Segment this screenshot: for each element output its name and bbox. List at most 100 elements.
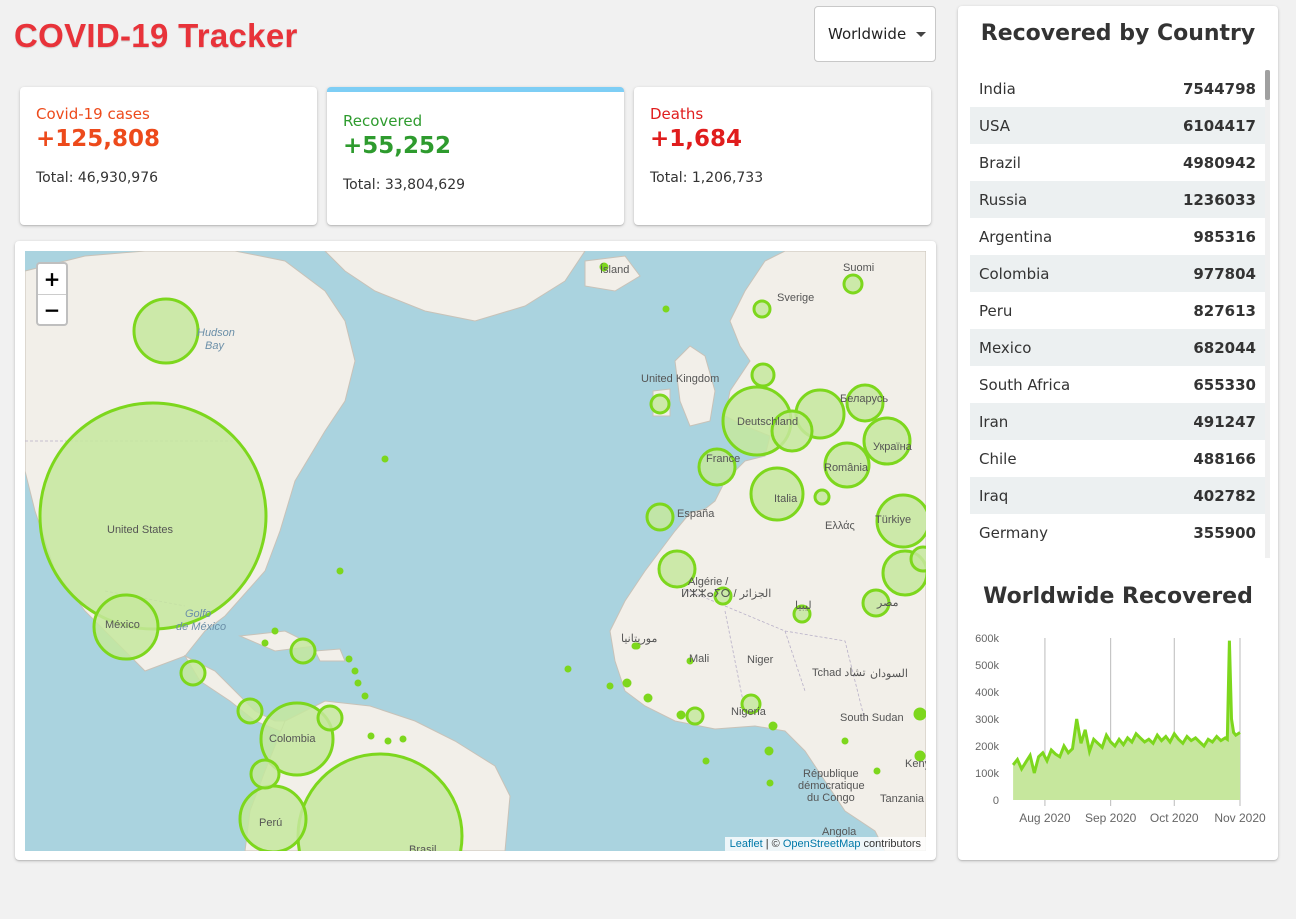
map-label: United Kingdom: [641, 373, 719, 385]
map-dot: [766, 779, 774, 787]
map-dot: [662, 305, 670, 313]
y-tick-label: 500k: [975, 660, 999, 672]
country-row: Russia 1236033: [970, 181, 1265, 218]
map-label: South Sudan: [840, 712, 904, 724]
map-label: Golfo: [185, 608, 211, 620]
osm-link[interactable]: OpenStreetMap: [783, 838, 861, 850]
info-box-total: Total: 33,804,629: [343, 177, 466, 193]
y-tick-label: 0: [993, 795, 999, 807]
country-name: India: [979, 79, 1016, 98]
info-box-title: Recovered: [343, 112, 423, 130]
country-value: 985316: [1193, 227, 1256, 246]
map-label: Suomi: [843, 262, 874, 274]
map-label: România: [824, 462, 869, 474]
map-dot: [676, 710, 686, 720]
country-value: 491247: [1193, 412, 1256, 431]
map-label: Tanzania: [880, 793, 925, 805]
map-label: Ελλάς: [825, 520, 855, 532]
info-box-cases[interactable]: Covid-19 cases +125,808 Total: 46,930,97…: [20, 87, 317, 225]
country-name: Mexico: [979, 338, 1032, 357]
map-circle-usa: [38, 401, 268, 631]
map-dot: [841, 737, 849, 745]
country-name: USA: [979, 116, 1011, 135]
map-circle-sweden: [752, 299, 772, 319]
country-row: Iraq 402782: [970, 477, 1265, 514]
country-name: Iran: [979, 412, 1009, 431]
country-row: India 7544798: [970, 70, 1265, 107]
info-box-new-count: +1,684: [650, 126, 743, 152]
country-value: 827613: [1193, 301, 1256, 320]
map-dot: [384, 737, 392, 745]
map-label: España: [677, 508, 715, 520]
map-circle-ireland: [649, 393, 671, 415]
leaflet-link[interactable]: Leaflet: [730, 838, 763, 850]
country-value: 4980942: [1182, 153, 1256, 172]
country-name: South Africa: [979, 375, 1071, 394]
country-row: Iran 491247: [970, 403, 1265, 440]
map-label: Tchad تشاد: [812, 667, 866, 679]
map-label: Україна: [873, 441, 913, 453]
country-row: Mexico 682044: [970, 329, 1265, 366]
map-label: Nigeria: [731, 706, 767, 718]
map-circle-venezuela: [316, 704, 344, 732]
x-tick-label: Nov 2020: [1214, 811, 1266, 825]
info-box-new-count: +125,808: [36, 126, 161, 152]
country-row: Argentina 985316: [970, 218, 1265, 255]
world-map[interactable]: Ísland Suomi Sverige United Kingdom Беларусь…: [25, 251, 926, 851]
country-name: Iraq: [979, 486, 1009, 505]
map-circle-central-america: [236, 697, 264, 725]
map-dot: [367, 732, 375, 740]
chevron-down-icon: [916, 31, 927, 37]
country-table[interactable]: India 7544798 USA 6104417 Brazil 4980942 Russi…: [970, 70, 1265, 558]
map-dot: [336, 567, 344, 575]
country-name: Germany: [979, 523, 1048, 542]
info-box-deaths[interactable]: Deaths +1,684 Total: 1,206,733: [634, 87, 931, 225]
country-value: 488166: [1193, 449, 1256, 468]
zoom-out-button[interactable]: −: [38, 294, 66, 324]
map-label: Brasil: [409, 844, 437, 851]
map-label: Sverige: [777, 292, 814, 304]
map-dot: [271, 627, 279, 635]
recovered-line-chart: 0 100k 200k 300k 400k 500k 600k Aug 2020 Sep 202…: [975, 633, 1266, 825]
map-attribution: Leaflet | © OpenStreetMap contributors: [724, 837, 926, 851]
country-row: USA 6104417: [970, 107, 1265, 144]
map-label: ⵍⵣⵣⴰⵢⵔ / الجزائر: [681, 588, 771, 600]
map-dot: [351, 667, 359, 675]
map-dot: [768, 721, 778, 731]
country-value: 682044: [1193, 338, 1256, 357]
country-name: Peru: [979, 301, 1013, 320]
map-dot: [913, 707, 926, 721]
map-label: Deutschland: [737, 416, 798, 428]
y-tick-label: 400k: [975, 687, 999, 699]
map-dot: [764, 746, 774, 756]
map-circle-uk: [750, 362, 776, 388]
info-box-recovered[interactable]: Recovered +55,252 Total: 33,804,629: [327, 87, 624, 225]
x-tick-label: Oct 2020: [1150, 811, 1199, 825]
country-dropdown[interactable]: Worldwide: [814, 6, 936, 62]
table-title: Recovered by Country: [980, 21, 1256, 46]
x-tick-label: Aug 2020: [1019, 811, 1071, 825]
map-label: Niger: [747, 654, 774, 666]
info-box-title: Covid-19 cases: [36, 105, 150, 123]
country-name: Brazil: [979, 153, 1021, 172]
zoom-in-button[interactable]: +: [38, 264, 66, 294]
map-label: Mali: [689, 653, 709, 665]
country-value: 1236033: [1182, 190, 1256, 209]
app-title: COVID-19 Tracker: [14, 17, 298, 54]
map-layer[interactable]: Ísland Suomi Sverige United Kingdom Беларусь…: [25, 251, 926, 851]
country-row: Chile 488166: [970, 440, 1265, 477]
map-label: México: [105, 619, 140, 631]
map-dot: [381, 455, 389, 463]
map-label: Беларусь: [840, 393, 888, 405]
table-scrollbar[interactable]: [1265, 70, 1270, 558]
map-dot: [606, 682, 614, 690]
country-row: Germany 355900: [970, 514, 1265, 551]
info-box-total: Total: 46,930,976: [36, 170, 159, 186]
land-europe-africa: [609, 251, 926, 851]
map-label: Bay: [205, 340, 225, 352]
y-tick-label: 300k: [975, 714, 999, 726]
map-label: Algérie /: [688, 576, 729, 588]
land-uk: [674, 345, 716, 427]
table-scrollbar-thumb[interactable]: [1265, 70, 1270, 100]
country-name: Chile: [979, 449, 1017, 468]
